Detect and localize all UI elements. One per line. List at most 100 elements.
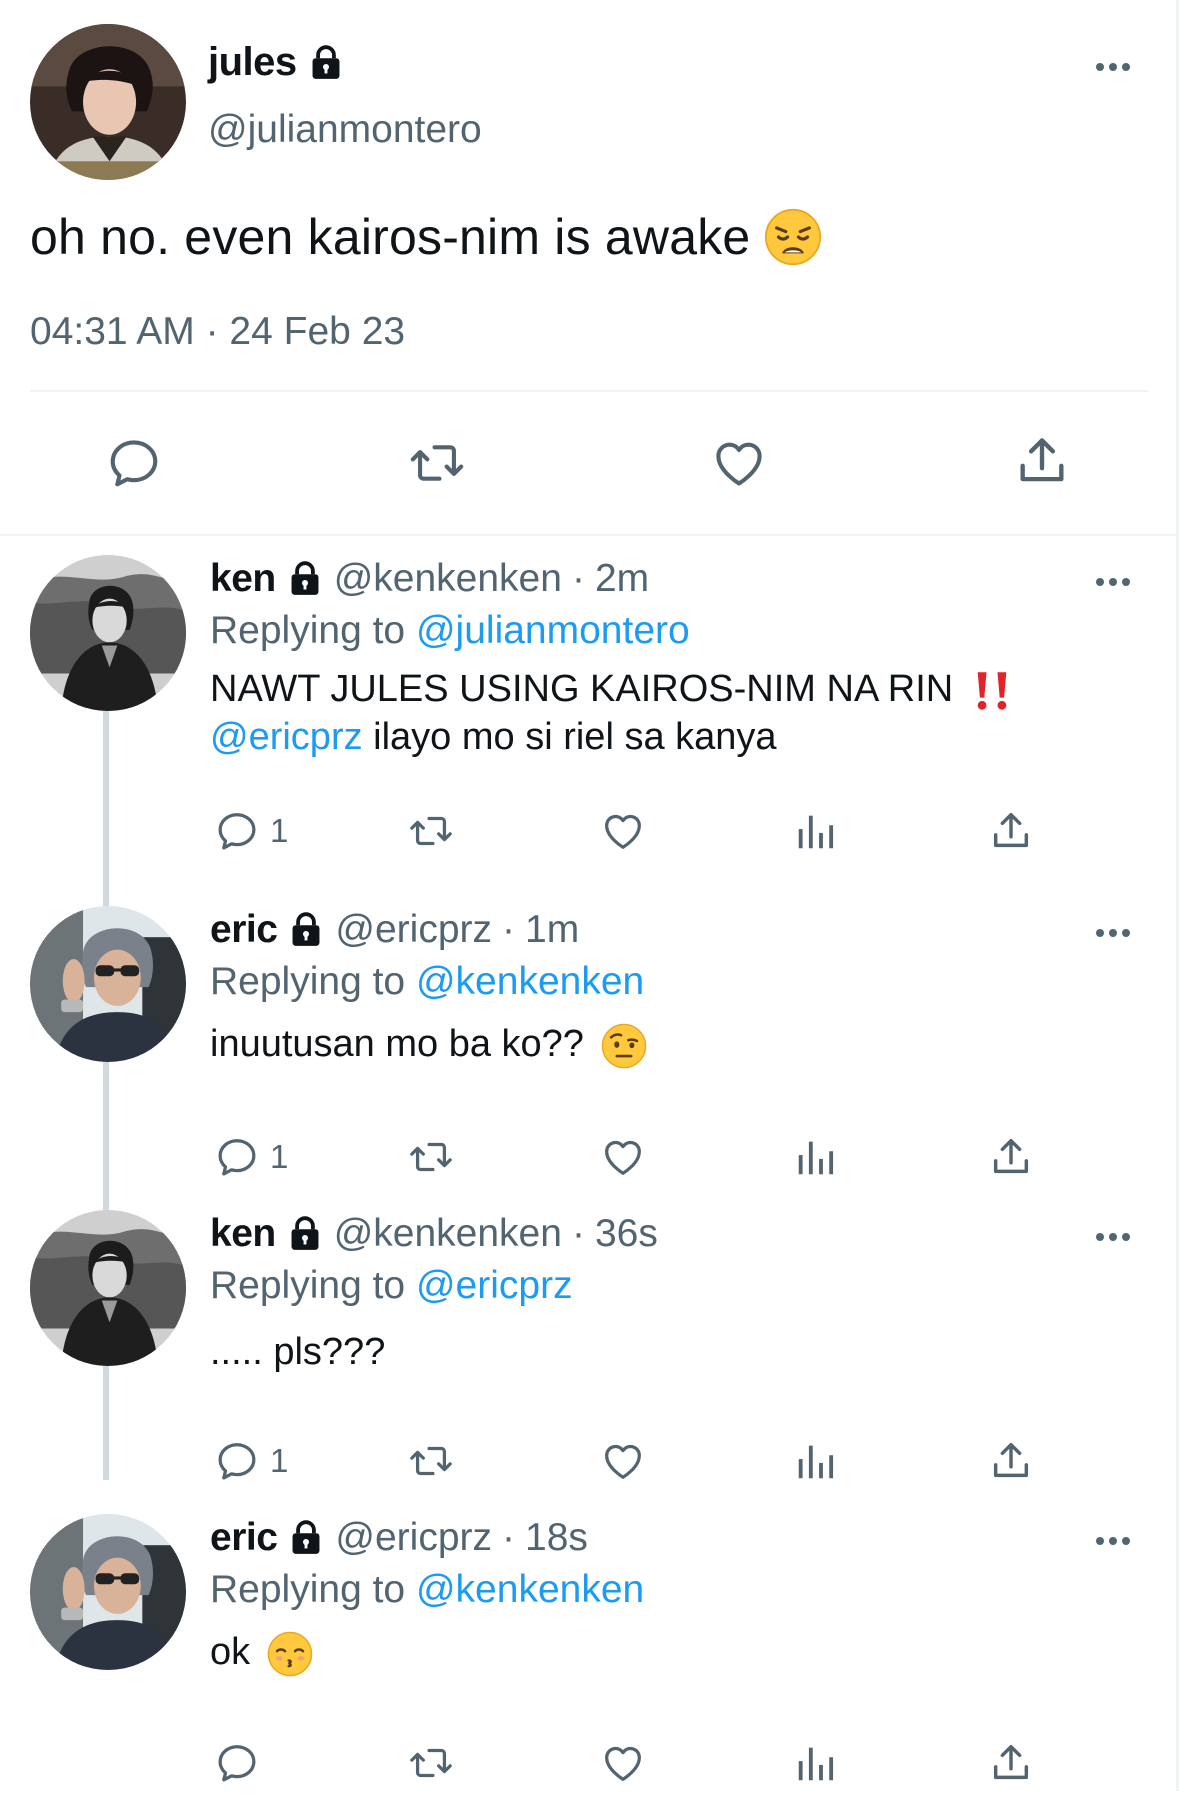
more-icon	[1093, 60, 1133, 74]
reply-icon	[105, 434, 163, 492]
avatar-ken-image	[30, 555, 186, 711]
retweet-button[interactable]	[406, 1740, 456, 1786]
heart-icon	[600, 1134, 646, 1180]
reply-text: NAWT JULES USING KAIROS-NIM NA RIN @eric…	[210, 665, 1014, 761]
like-button[interactable]	[600, 1134, 646, 1180]
replying-to-mention[interactable]: @kenkenken	[416, 960, 644, 1003]
display-name[interactable]: eric	[210, 908, 278, 952]
handle[interactable]: @ericprz	[335, 1516, 492, 1560]
reply-button[interactable]: 1	[214, 1438, 288, 1484]
display-name[interactable]: ken	[210, 557, 276, 601]
time-ago[interactable]: 2m	[595, 557, 649, 601]
separator-dot: ·	[571, 1212, 585, 1255]
heart-icon	[710, 434, 768, 492]
share-icon	[988, 808, 1034, 854]
views-button[interactable]	[793, 1438, 839, 1484]
share-icon	[988, 1740, 1034, 1786]
reply-header: ken @kenkenken · 2m	[210, 557, 649, 601]
reply-text-content: ilayo mo si riel sa kanya	[362, 716, 777, 758]
main-author-handle[interactable]: @julianmontero	[208, 108, 482, 152]
more-options-button[interactable]	[1093, 575, 1133, 594]
lock-icon	[287, 1519, 325, 1557]
reply-count: 1	[270, 1442, 289, 1479]
reply-text-content: inuutusan mo ba ko??	[210, 1023, 584, 1065]
replying-prefix: Replying to	[210, 1568, 406, 1611]
share-icon	[988, 1134, 1034, 1180]
reply-button[interactable]: 1	[214, 808, 288, 854]
tweet-timestamp[interactable]: 04:31 AM · 24 Feb 23	[30, 310, 405, 354]
avatar[interactable]	[30, 1514, 186, 1670]
handle[interactable]: @kenkenken	[334, 1212, 562, 1256]
reply-tweet[interactable]: ken @kenkenken · 2m Replying to @julianm…	[0, 555, 1176, 855]
like-button[interactable]	[600, 1438, 646, 1484]
replying-prefix: Replying to	[210, 609, 406, 652]
reply-button[interactable]: 1	[214, 1134, 288, 1180]
replying-to-mention[interactable]: @julianmontero	[416, 609, 690, 652]
reply-actions: 1	[210, 1438, 1060, 1488]
more-icon	[1093, 1230, 1133, 1244]
stats-icon	[793, 808, 839, 854]
avatar[interactable]	[30, 1210, 186, 1366]
time-ago[interactable]: 18s	[525, 1516, 588, 1560]
lock-icon	[287, 911, 325, 949]
time-ago[interactable]: 36s	[595, 1212, 658, 1256]
reply-icon	[214, 808, 260, 854]
replying-to: Replying to @kenkenken	[210, 960, 644, 1004]
reply-button[interactable]	[214, 1740, 270, 1786]
like-button[interactable]	[600, 1740, 646, 1786]
share-icon	[1013, 432, 1071, 490]
share-button[interactable]	[1013, 432, 1071, 495]
separator-dot: ·	[571, 557, 585, 600]
lock-icon	[286, 560, 324, 598]
stats-icon	[793, 1134, 839, 1180]
main-author-name[interactable]: jules	[208, 40, 345, 85]
retweet-icon	[406, 1134, 456, 1180]
replying-prefix: Replying to	[210, 960, 406, 1003]
replying-to-mention[interactable]: @ericprz	[416, 1264, 573, 1307]
replying-to: Replying to @kenkenken	[210, 1568, 644, 1612]
reply-tweet[interactable]: eric @ericprz · 1m Replying to @kenkenke…	[0, 906, 1176, 1206]
time-ago[interactable]: 1m	[525, 908, 579, 952]
share-button[interactable]	[988, 808, 1034, 854]
share-button[interactable]	[988, 1438, 1034, 1484]
display-name[interactable]: eric	[210, 1516, 278, 1560]
views-button[interactable]	[793, 808, 839, 854]
replying-to-mention[interactable]: @kenkenken	[416, 1568, 644, 1611]
reply-icon	[214, 1438, 260, 1484]
like-button[interactable]	[710, 434, 768, 497]
mention-link[interactable]: @ericprz	[210, 716, 363, 758]
views-button[interactable]	[793, 1134, 839, 1180]
reply-header: eric @ericprz · 18s	[210, 1516, 588, 1560]
like-button[interactable]	[600, 808, 646, 854]
handle[interactable]: @ericprz	[335, 908, 492, 952]
reply-tweet[interactable]: ken @kenkenken · 36s Replying to @ericpr…	[0, 1210, 1176, 1510]
reply-text: inuutusan mo ba ko??	[210, 1020, 647, 1069]
views-button[interactable]	[793, 1740, 839, 1786]
retweet-button[interactable]	[405, 434, 469, 497]
avatar[interactable]	[30, 906, 186, 1062]
share-button[interactable]	[988, 1134, 1034, 1180]
double-exclamation-icon	[977, 672, 1007, 710]
reply-button[interactable]	[105, 434, 163, 497]
retweet-button[interactable]	[406, 1438, 456, 1484]
reply-text-content: NAWT JULES USING KAIROS-NIM NA RIN	[210, 668, 954, 710]
share-button[interactable]	[988, 1740, 1034, 1786]
avatar[interactable]	[30, 24, 186, 180]
more-options-button[interactable]	[1093, 926, 1133, 945]
heart-icon	[600, 808, 646, 854]
more-options-button[interactable]	[1093, 60, 1133, 79]
separator-dot: ·	[502, 1516, 516, 1559]
reply-tweet[interactable]: eric @ericprz · 18s Replying to @kenkenk…	[0, 1514, 1176, 1814]
display-name[interactable]: ken	[210, 1212, 276, 1256]
reply-text-line: NAWT JULES USING KAIROS-NIM NA RIN	[210, 665, 1014, 713]
reply-text: ok	[210, 1628, 313, 1677]
stats-icon	[793, 1438, 839, 1484]
retweet-button[interactable]	[406, 808, 456, 854]
separator-dot: ·	[502, 908, 516, 951]
more-icon	[1093, 1534, 1133, 1548]
avatar[interactable]	[30, 555, 186, 711]
retweet-button[interactable]	[406, 1134, 456, 1180]
more-options-button[interactable]	[1093, 1534, 1133, 1553]
more-options-button[interactable]	[1093, 1230, 1133, 1249]
handle[interactable]: @kenkenken	[334, 557, 562, 601]
